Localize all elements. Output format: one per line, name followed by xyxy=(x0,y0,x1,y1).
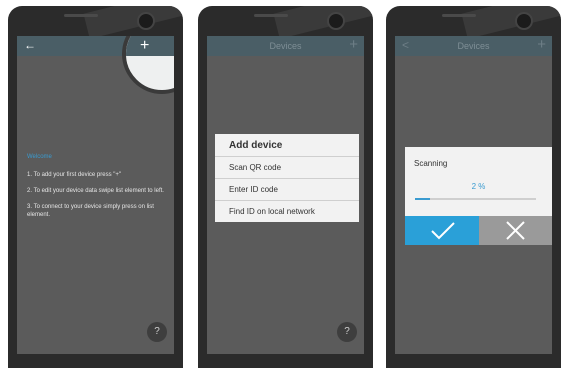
find-id-network-option[interactable]: Find ID on local network xyxy=(215,201,359,222)
app-bar: Devices + xyxy=(207,36,364,56)
instructions: 1. To add your first device press "+" 2.… xyxy=(27,171,169,227)
scan-qr-option[interactable]: Scan QR code xyxy=(215,157,359,179)
checkmark-icon xyxy=(431,222,455,240)
screen-welcome: ← + Welcome 1. To add your first device … xyxy=(17,36,174,354)
speaker xyxy=(254,14,288,17)
camera xyxy=(137,12,155,30)
add-device-dialog: Add device Scan QR code Enter ID code Fi… xyxy=(215,134,359,222)
speaker xyxy=(442,14,476,17)
speaker xyxy=(64,14,98,17)
dialog-title: Add device xyxy=(215,134,359,157)
magnified-app-bar xyxy=(126,36,174,56)
enter-id-option[interactable]: Enter ID code xyxy=(215,179,359,201)
scanning-title: Scanning xyxy=(414,159,448,168)
instruction-step: 3. To connect to your device simply pres… xyxy=(27,204,154,218)
camera xyxy=(327,12,345,30)
scanning-dialog: Scanning 2 % xyxy=(405,147,552,245)
add-icon[interactable]: + xyxy=(140,37,149,55)
app-bar: < Devices + xyxy=(395,36,552,56)
help-button[interactable]: ? xyxy=(337,322,357,342)
welcome-heading: Welcome xyxy=(27,154,52,160)
add-icon[interactable]: + xyxy=(537,36,546,53)
app-bar-title: Devices xyxy=(269,41,302,51)
help-button[interactable]: ? xyxy=(147,322,167,342)
instruction-step: 1. To add your first device press "+" xyxy=(27,172,122,178)
cancel-button[interactable] xyxy=(479,216,552,245)
confirm-button[interactable] xyxy=(405,216,479,245)
camera xyxy=(515,12,533,30)
progress-track xyxy=(415,198,536,200)
screen-add-device: Devices + Add device Scan QR code Enter … xyxy=(207,36,364,354)
progress-fill xyxy=(415,198,430,200)
magnifier-lens: + xyxy=(122,36,174,94)
instruction-step: 2. To edit your device data swipe list e… xyxy=(27,188,164,194)
screen-scanning: < Devices + Scanning 2 % xyxy=(395,36,552,354)
phone-2: Devices + Add device Scan QR code Enter … xyxy=(198,6,373,368)
phone-3: < Devices + Scanning 2 % xyxy=(386,6,561,368)
phone-1: ← + Welcome 1. To add your first device … xyxy=(8,6,183,368)
close-icon xyxy=(506,221,525,240)
app-bar-title: Devices xyxy=(457,41,490,51)
add-icon[interactable]: + xyxy=(349,36,358,53)
back-icon[interactable]: ← xyxy=(24,38,36,52)
progress-percent: 2 % xyxy=(471,182,486,191)
